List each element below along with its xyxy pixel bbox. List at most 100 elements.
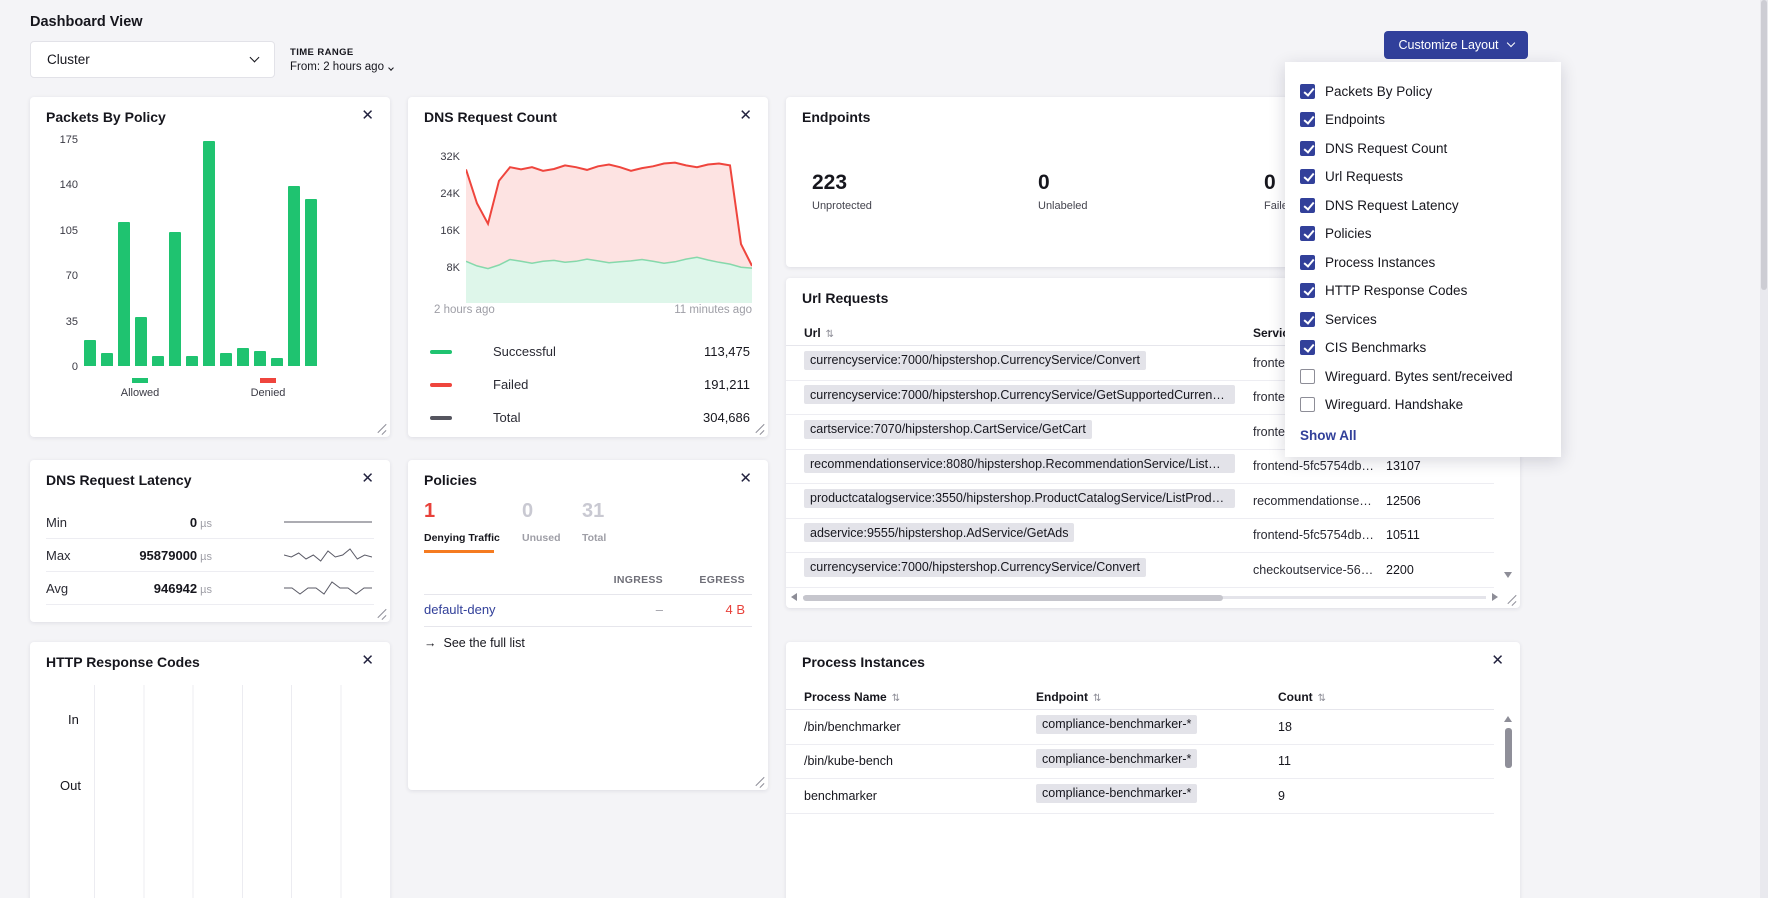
view-selector-value: Cluster [47,52,90,67]
time-range-value[interactable]: From: 2 hours ago [290,61,393,73]
unit-label: µs [200,518,212,530]
customize-menu-item[interactable]: Url Requests [1285,163,1561,192]
sort-icon[interactable]: ⇅ [1093,693,1101,704]
customize-menu-item[interactable]: Endpoints [1285,106,1561,135]
process-instance-row[interactable]: /bin/benchmarkercompliance-benchmarker-*… [786,710,1494,745]
customize-menu-item[interactable]: Wireguard. Bytes sent/received [1285,362,1561,391]
divider [424,594,752,595]
checkbox[interactable] [1300,226,1315,241]
url-text: cartservice:7070/hipstershop.CartService… [804,420,1092,439]
close-icon[interactable]: ✕ [1491,653,1504,668]
resize-handle[interactable] [377,424,387,434]
see-full-list-link[interactable]: →See the full list [424,636,525,650]
count-cell: 18 [1278,720,1292,734]
endpoint-text: compliance-benchmarker-* [1036,715,1197,734]
column-header-ingress[interactable]: INGRESS [593,574,663,586]
checkbox[interactable] [1300,255,1315,270]
column-header-process-name[interactable]: Process Name⇅ [804,690,900,704]
resize-handle[interactable] [1507,595,1517,605]
process-instances-card: Process Instances ✕ Process Name⇅ Endpoi… [786,642,1520,898]
customize-menu-item[interactable]: CIS Benchmarks [1285,334,1561,363]
resize-handle[interactable] [755,777,765,787]
customize-layout-button[interactable]: Customize Layout [1384,31,1528,59]
checkbox[interactable] [1300,84,1315,99]
y-axis-tick: 8K [447,262,460,274]
column-header-url[interactable]: Url⇅ [804,326,834,340]
url-text: adservice:9555/hipstershop.AdService/Get… [804,523,1074,542]
horizontal-scrollbar[interactable] [791,593,1498,602]
vertical-scrollbar[interactable] [1504,716,1513,876]
tab-unused[interactable]: Unused [522,532,561,544]
checkbox[interactable] [1300,112,1315,127]
checkbox[interactable] [1300,312,1315,327]
process-name-cell: benchmarker [786,789,1036,803]
customize-menu-item[interactable]: Policies [1285,220,1561,249]
customize-menu-list: Packets By PolicyEndpointsDNS Request Co… [1285,77,1561,419]
customize-menu-item[interactable]: DNS Request Count [1285,134,1561,163]
card-title: Packets By Policy [46,109,166,125]
checkbox[interactable] [1300,397,1315,412]
y-axis-tick: 175 [60,134,78,146]
bar [152,356,164,366]
url-request-row[interactable]: currencyservice:7000/hipstershop.Currenc… [786,553,1494,588]
policy-name-link[interactable]: default-deny [424,602,496,617]
dns-request-count-card: DNS Request Count ✕ 32K 24K 16K 8K 2 hou… [408,97,768,437]
sort-icon[interactable]: ⇅ [892,693,900,704]
bar [305,199,317,366]
process-instance-row[interactable]: benchmarkercompliance-benchmarker-*9 [786,779,1494,814]
legend-row: Total304,686 [408,401,768,434]
scroll-up-icon[interactable] [1504,716,1512,722]
page-scrollbar[interactable] [1760,0,1768,898]
checkbox[interactable] [1300,283,1315,298]
column-header-egress[interactable]: EGRESS [675,574,745,586]
active-tab-underline [424,550,494,553]
bar [203,141,215,366]
sparkline [284,514,372,530]
scroll-left-icon[interactable] [791,593,797,601]
tab-total[interactable]: Total [582,532,606,544]
scroll-down-icon[interactable] [1504,572,1512,578]
show-all-link[interactable]: Show All [1300,428,1546,443]
checkbox[interactable] [1300,369,1315,384]
stat-unlabeled: 0 Unlabeled [1038,171,1264,212]
customize-menu-item[interactable]: DNS Request Latency [1285,191,1561,220]
endpoint-cell: compliance-benchmarker-* [1036,715,1278,739]
close-icon[interactable]: ✕ [739,108,752,123]
url-cell: currencyservice:7000/hipstershop.Currenc… [786,558,1235,582]
scrollbar-thumb[interactable] [1505,728,1512,768]
url-text: recommendationservice:8080/hipstershop.R… [804,454,1235,473]
sort-icon[interactable]: ⇅ [1318,693,1326,704]
close-icon[interactable]: ✕ [361,108,374,123]
sort-icon[interactable]: ⇅ [826,329,834,340]
tab-denying-traffic[interactable]: Denying Traffic [424,532,500,544]
customize-menu-item[interactable]: Process Instances [1285,248,1561,277]
legend-label: Total [493,410,520,425]
checkbox[interactable] [1300,340,1315,355]
url-cell: productcatalogservice:3550/hipstershop.P… [786,489,1235,513]
endpoint-text: compliance-benchmarker-* [1036,784,1197,803]
process-instance-row[interactable]: /bin/kube-benchcompliance-benchmarker-*1… [786,745,1494,780]
scrollbar-thumb[interactable] [803,595,1223,601]
close-icon[interactable]: ✕ [361,471,374,486]
column-header-endpoint[interactable]: Endpoint⇅ [1036,690,1101,704]
close-icon[interactable]: ✕ [739,471,752,486]
resize-handle[interactable] [377,609,387,619]
time-range: TIME RANGE From: 2 hours ago [290,47,393,73]
checkbox[interactable] [1300,141,1315,156]
url-request-row[interactable]: adservice:9555/hipstershop.AdService/Get… [786,519,1494,554]
close-icon[interactable]: ✕ [361,653,374,668]
column-header-count[interactable]: Count⇅ [1278,690,1326,704]
y-axis-tick: 105 [60,225,78,237]
customize-menu-item[interactable]: Packets By Policy [1285,77,1561,106]
checkbox[interactable] [1300,169,1315,184]
legend-color-dash [430,383,452,387]
customize-menu-item[interactable]: Services [1285,305,1561,334]
resize-handle[interactable] [755,424,765,434]
url-request-row[interactable]: productcatalogservice:3550/hipstershop.P… [786,484,1494,519]
checkbox[interactable] [1300,198,1315,213]
customize-menu-item[interactable]: HTTP Response Codes [1285,277,1561,306]
customize-menu-item[interactable]: Wireguard. Handshake [1285,391,1561,420]
view-selector[interactable]: Cluster [30,41,275,78]
scroll-right-icon[interactable] [1492,593,1498,601]
scrollbar-thumb[interactable] [1761,0,1767,290]
